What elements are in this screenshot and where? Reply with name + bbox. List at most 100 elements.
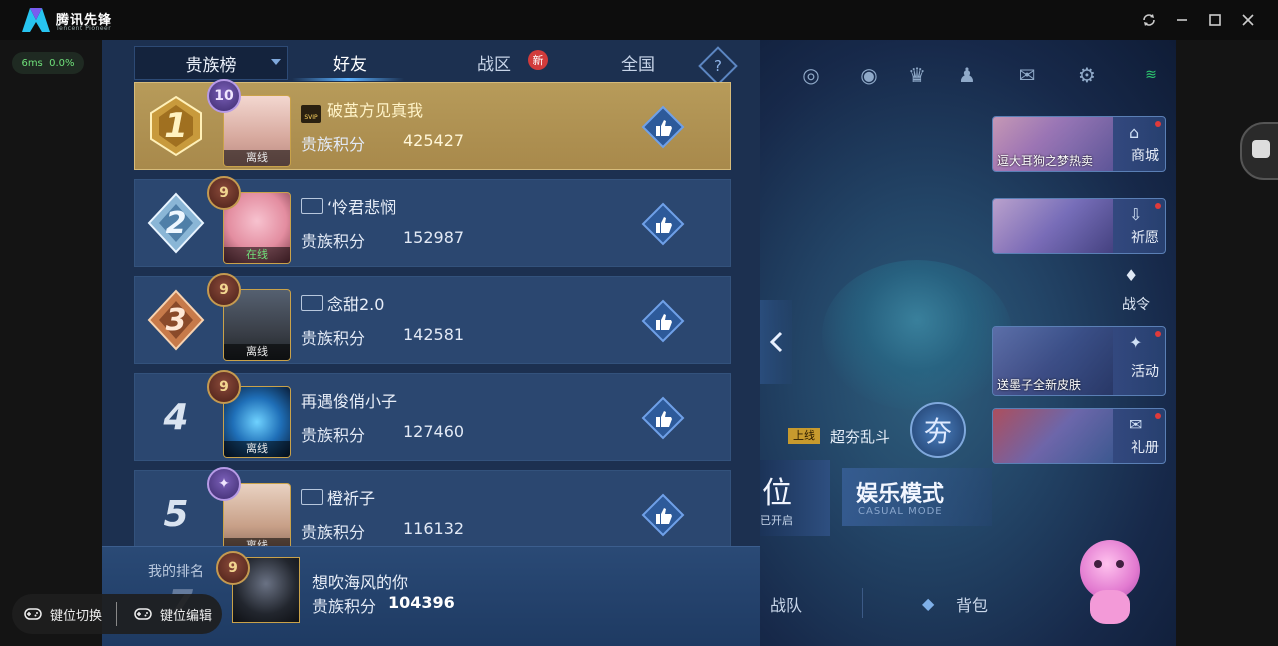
loss-text: 0.0% xyxy=(49,57,75,69)
promo-text[interactable]: 超夯乱斗 xyxy=(830,426,890,447)
status-text: 离线 xyxy=(224,441,290,457)
target-icon[interactable]: ◎ xyxy=(798,62,824,88)
level-badge: 9 xyxy=(207,370,241,404)
notify-dot xyxy=(1155,331,1161,337)
my-name: 想吹海风的你 xyxy=(312,573,409,592)
trophy-icon[interactable]: ♛ xyxy=(904,62,930,88)
svip-icon: SVIP xyxy=(301,105,321,123)
level-badge: ✦ xyxy=(207,467,241,501)
table-row[interactable]: 1 离线 10 SVIP 破茧方见真我 贵族积分 425427 xyxy=(134,79,731,170)
wish-card[interactable]: ⇩ 祈愿 xyxy=(992,198,1166,254)
player-name-text: 念甜2.0 xyxy=(327,295,385,314)
key-switch-label: 键位切换 xyxy=(50,608,103,624)
help-icon[interactable]: ? xyxy=(704,52,732,80)
table-row[interactable]: 5 离线 ✦ 橙祈子 贵族积分 116132 xyxy=(134,467,731,558)
status-text: 在线 xyxy=(224,247,290,263)
tab-national[interactable]: 全国 xyxy=(590,46,686,78)
score-label: 贵族积分 xyxy=(301,135,366,154)
like-button[interactable] xyxy=(641,202,685,246)
thumbs-up-icon xyxy=(641,202,685,246)
rank-badge: 2 xyxy=(145,192,207,254)
friends-icon[interactable]: ♟ xyxy=(954,62,980,88)
battle-pass-icon[interactable]: ♦ xyxy=(1124,266,1138,285)
player-name-text: ‘怜君悲悯 xyxy=(327,198,397,217)
key-switch-button[interactable]: 键位切换 xyxy=(24,594,102,634)
player-name: SVIP 破茧方见真我 xyxy=(301,97,423,123)
event-card[interactable]: ✦ 活动 送墨子全新皮肤 xyxy=(992,326,1166,396)
mascot-image[interactable] xyxy=(1068,526,1152,626)
key-edit-label: 键位编辑 xyxy=(160,608,213,624)
like-button[interactable] xyxy=(641,493,685,537)
gift-book-art xyxy=(993,409,1113,463)
score-value: 425427 xyxy=(403,131,465,150)
backpack-icon: ◆ xyxy=(922,594,935,613)
mail-icon[interactable]: ✉ xyxy=(1014,62,1040,88)
settings-gear-icon[interactable]: ⚙ xyxy=(1074,62,1100,88)
gift-book-label: 礼册 xyxy=(1131,440,1159,456)
refresh-icon[interactable] xyxy=(1139,10,1159,30)
promo-tag: 上线 xyxy=(788,428,820,444)
score-label: 贵族积分 xyxy=(301,426,366,445)
my-rank-label: 我的排名 xyxy=(148,564,204,580)
tab-friends[interactable]: 好友 xyxy=(302,46,398,78)
player-name: ‘怜君悲悯 xyxy=(301,194,396,218)
wish-label: 祈愿 xyxy=(1131,230,1159,246)
net-status-badge: 6ms 0.0% xyxy=(12,52,84,74)
score-value: 127460 xyxy=(403,422,465,441)
gamepad-icon xyxy=(134,608,152,620)
player-name: 念甜2.0 xyxy=(301,291,384,315)
key-edit-button[interactable]: 键位编辑 xyxy=(134,594,212,634)
leaderboard-panel: 贵族榜 好友 战区 新 全国 ? 1 离线 10 SVIP 破茧方见真我 贵族积… xyxy=(102,40,760,646)
player-name-text: 破茧方见真我 xyxy=(327,101,424,120)
casual-mode-button[interactable]: 娱乐模式 CASUAL MODE xyxy=(842,468,992,526)
like-button[interactable] xyxy=(641,396,685,440)
thumbs-up-icon xyxy=(641,299,685,343)
maximize-icon[interactable] xyxy=(1205,10,1225,30)
my-score-label: 贵族积分 xyxy=(312,597,377,616)
backpack-tab[interactable]: 背包 xyxy=(956,592,988,616)
table-row[interactable]: 4 离线 9 再遇俊俏小子 贵族积分 127460 xyxy=(134,370,731,461)
my-score-value: 104396 xyxy=(388,593,455,612)
eye-icon[interactable]: ◉ xyxy=(856,62,882,88)
ranked-mode-sub: 已开启 xyxy=(760,514,793,527)
score-label: 贵族积分 xyxy=(301,523,366,542)
title-bar: 腾讯先锋 Tencent Pioneer xyxy=(0,0,1278,40)
leaderboard-type-dropdown[interactable]: 贵族榜 xyxy=(134,46,288,80)
table-row[interactable]: 2 在线 9 ‘怜君悲悯 贵族积分 152987 xyxy=(134,176,731,267)
battle-pass-label[interactable]: 战令 xyxy=(1122,294,1150,314)
app-logo-icon xyxy=(22,8,50,32)
promo-emblem-icon: 夯 xyxy=(910,402,966,458)
score-label: 贵族积分 xyxy=(301,232,366,251)
minimize-icon[interactable] xyxy=(1172,10,1192,30)
collapse-panel-button[interactable] xyxy=(760,300,792,384)
shop-card[interactable]: ⌂ 商城 逗大耳狗之梦热卖 xyxy=(992,116,1166,172)
ranked-mode-button[interactable]: 位 已开启 xyxy=(760,460,830,536)
score-label: 贵族积分 xyxy=(301,329,366,348)
ranked-mode-char: 位 xyxy=(762,476,792,511)
event-caption: 送墨子全新皮肤 xyxy=(997,378,1082,392)
like-button[interactable] xyxy=(641,105,685,149)
rank-badge: 1 xyxy=(145,95,207,157)
rank-number: 1 xyxy=(164,106,188,146)
mentor-icon xyxy=(301,295,323,311)
my-level-badge: 9 xyxy=(216,551,250,585)
like-button[interactable] xyxy=(641,299,685,343)
score-value: 116132 xyxy=(403,519,465,538)
game-viewport: ◎ ◉ ♛ ♟ ✉ ⚙ ≋ ⌂ 商城 逗大耳狗之梦热卖 ⇩ 祈愿 ♦ 战令 ✦ … xyxy=(102,40,1176,646)
score-value: 152987 xyxy=(403,228,465,247)
gift-book-icon: ✉ xyxy=(1129,415,1143,434)
rank-number: 5 xyxy=(163,493,189,535)
thumbs-up-icon xyxy=(641,493,685,537)
player-name: 再遇俊俏小子 xyxy=(301,392,398,411)
team-tab[interactable]: 战队 xyxy=(770,592,802,616)
rank-number: 3 xyxy=(165,302,187,338)
gift-book-card[interactable]: ✉ 礼册 xyxy=(992,408,1166,464)
divider xyxy=(116,602,117,626)
rank-badge: 3 xyxy=(145,289,207,351)
side-float-button[interactable] xyxy=(1240,122,1278,180)
shop-label: 商城 xyxy=(1131,148,1159,164)
close-icon[interactable] xyxy=(1238,10,1258,30)
status-text: 离线 xyxy=(224,150,290,166)
table-row[interactable]: 3 离线 9 念甜2.0 贵族积分 142581 xyxy=(134,273,731,364)
wish-card-art xyxy=(993,199,1113,253)
